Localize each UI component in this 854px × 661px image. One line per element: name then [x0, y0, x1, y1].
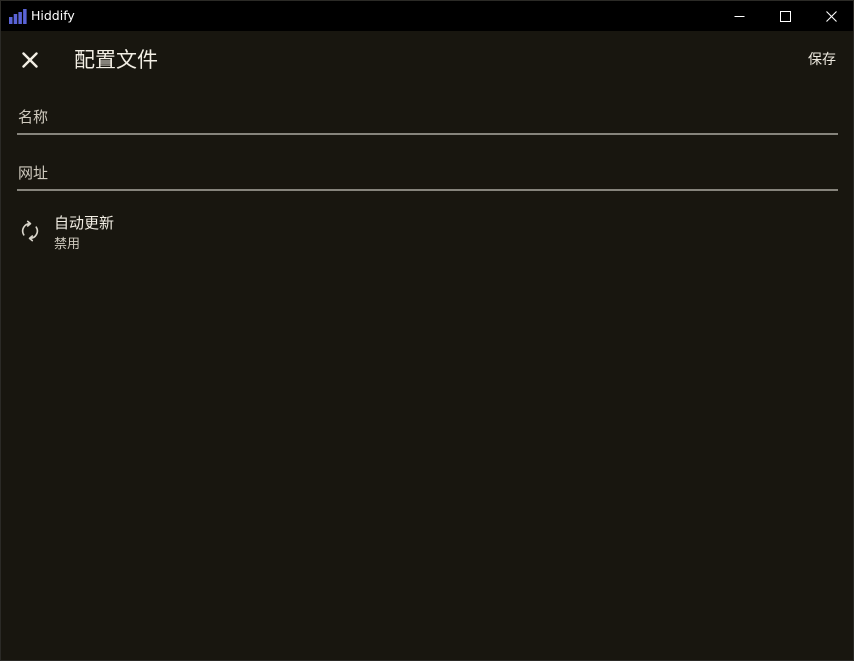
close-button[interactable]: [15, 45, 45, 75]
page-title: 配置文件: [74, 48, 158, 72]
auto-update-tile[interactable]: 自动更新 禁用: [15, 209, 315, 257]
sync-icon: [21, 220, 39, 242]
name-field-underline: [17, 133, 838, 135]
window-title: Hiddify: [31, 8, 75, 23]
name-field-label: 名称: [18, 108, 49, 126]
url-field-label: 网址: [18, 164, 49, 182]
url-field[interactable]: 网址: [17, 161, 838, 191]
window-close-button[interactable]: [808, 1, 854, 31]
minimize-icon: [734, 15, 744, 17]
maximize-icon: [779, 10, 791, 22]
auto-update-status: 禁用: [54, 237, 81, 252]
minimize-button[interactable]: [716, 1, 762, 31]
close-icon: [22, 52, 38, 68]
app-window: Hiddify 配置文件 保存 名称 网址 自动更新 禁用: [0, 0, 854, 661]
window-close-icon: [825, 10, 837, 22]
maximize-button[interactable]: [762, 1, 808, 31]
name-field[interactable]: 名称: [17, 105, 838, 135]
app-logo-icon: [9, 9, 27, 24]
url-field-underline: [17, 189, 838, 191]
title-bar[interactable]: Hiddify: [1, 1, 853, 31]
save-button[interactable]: 保存: [800, 48, 844, 72]
auto-update-title: 自动更新: [54, 214, 115, 232]
